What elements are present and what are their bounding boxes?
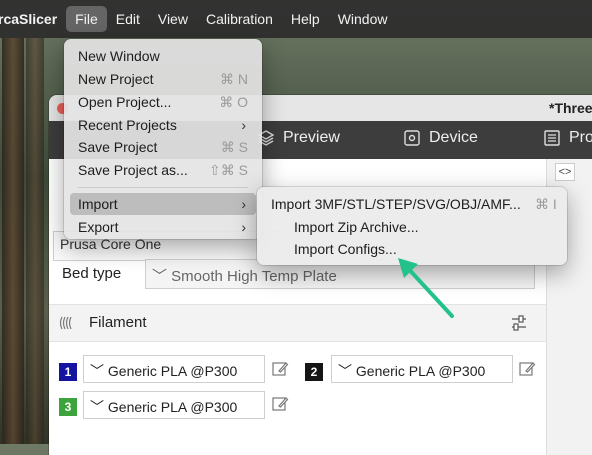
annotation-arrow <box>398 258 454 318</box>
